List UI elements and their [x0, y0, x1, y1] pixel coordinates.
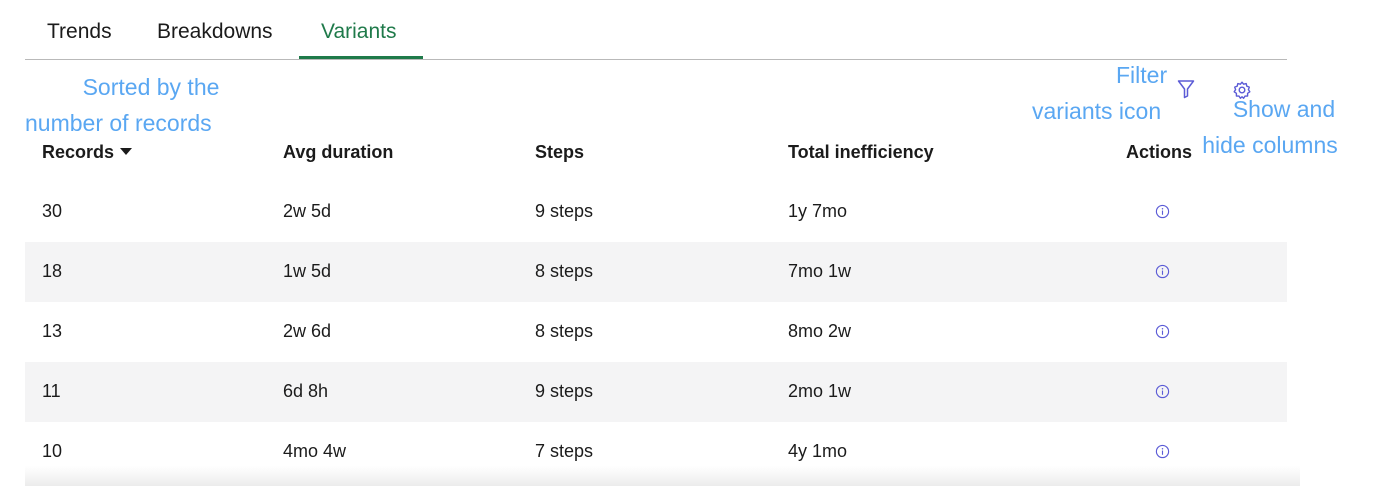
cell-records: 13 — [42, 321, 63, 341]
gear-icon — [1233, 81, 1251, 99]
cell-avg-duration: 1w 5d — [283, 261, 332, 281]
info-icon[interactable] — [1155, 444, 1170, 459]
table-row[interactable]: 13 2w 6d 8 steps 8mo 2w — [25, 302, 1287, 362]
column-header-records-label: Records — [42, 142, 115, 162]
annotation-columns-line1: Show and — [1232, 96, 1336, 122]
table-row[interactable]: 30 2w 5d 9 steps 1y 7mo — [25, 182, 1287, 242]
cell-steps: 9 steps — [535, 201, 594, 221]
info-icon[interactable] — [1155, 384, 1170, 399]
table-row[interactable]: 11 6d 8h 9 steps 2mo 1w — [25, 362, 1287, 422]
filter-variants-button[interactable] — [1177, 79, 1195, 99]
annotation-sorted: Sorted by the number of records — [25, 69, 276, 141]
cell-total-inefficiency: 1y 7mo — [788, 201, 848, 221]
tab-trends[interactable]: Trends — [47, 20, 112, 44]
bottom-shadow — [25, 466, 1300, 486]
cell-steps: 7 steps — [535, 441, 594, 461]
annotation-filter-line1: Filter — [1116, 62, 1168, 88]
cell-avg-duration: 4mo 4w — [283, 441, 347, 461]
column-header-avg-duration[interactable]: Avg duration — [283, 142, 393, 163]
column-header-actions: Actions — [1126, 142, 1193, 162]
column-header-total-inefficiency[interactable]: Total inefficiency — [788, 142, 934, 163]
show-hide-columns-button[interactable] — [1232, 80, 1252, 100]
active-tab-indicator — [299, 56, 423, 59]
cell-total-inefficiency: 8mo 2w — [788, 321, 852, 341]
cell-steps: 8 steps — [535, 321, 594, 341]
cell-steps: 9 steps — [535, 381, 594, 401]
cell-total-inefficiency: 2mo 1w — [788, 381, 852, 401]
column-header-records[interactable]: Records — [42, 142, 133, 163]
cell-total-inefficiency: 4y 1mo — [788, 441, 848, 461]
cell-total-inefficiency: 7mo 1w — [788, 261, 852, 281]
tab-bar: Trends Breakdowns Variants — [25, 12, 1287, 60]
table-header: Records Avg duration Steps Total ineffic… — [25, 132, 1287, 180]
cell-records: 18 — [42, 261, 63, 281]
annotation-sorted-line1: Sorted by the — [82, 74, 220, 100]
cell-avg-duration: 2w 6d — [283, 321, 332, 341]
cell-records: 10 — [42, 441, 63, 461]
tab-variants[interactable]: Variants — [321, 20, 396, 44]
table-body: 30 2w 5d 9 steps 1y 7mo 18 1w 5d 8 steps… — [25, 182, 1287, 482]
info-icon[interactable] — [1155, 264, 1170, 279]
cell-avg-duration: 2w 5d — [283, 201, 332, 221]
cell-records: 11 — [42, 381, 61, 401]
filter-funnel-icon — [1177, 80, 1195, 99]
sort-descending-icon — [120, 147, 133, 155]
cell-avg-duration: 6d 8h — [283, 381, 329, 401]
tab-breakdowns[interactable]: Breakdowns — [157, 20, 273, 44]
info-icon[interactable] — [1155, 324, 1170, 339]
column-header-steps[interactable]: Steps — [535, 142, 584, 163]
info-icon[interactable] — [1155, 204, 1170, 219]
cell-records: 30 — [42, 201, 63, 221]
table-row[interactable]: 18 1w 5d 8 steps 7mo 1w — [25, 242, 1287, 302]
cell-steps: 8 steps — [535, 261, 594, 281]
